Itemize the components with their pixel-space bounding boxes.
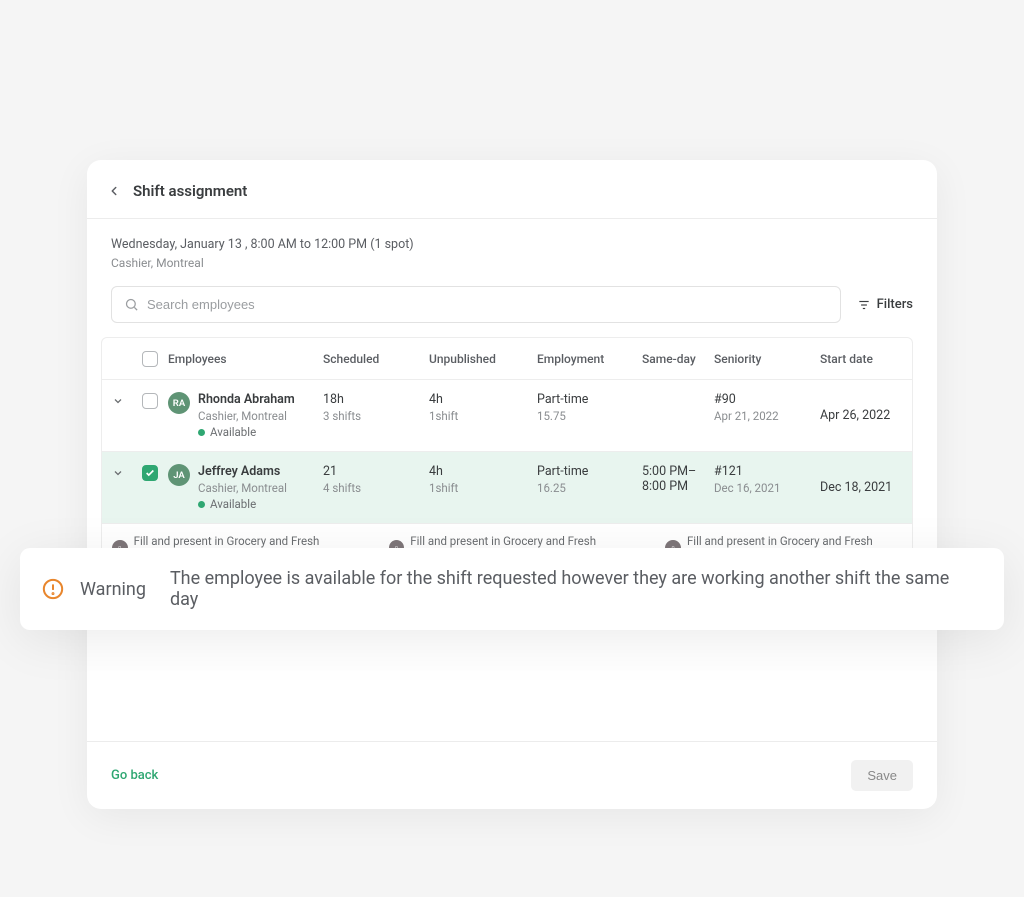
warning-label: Warning	[80, 579, 146, 600]
back-icon[interactable]	[107, 184, 121, 198]
startdate-value: Apr 26, 2022	[820, 408, 900, 423]
status-dot-icon	[198, 501, 205, 508]
shift-assignment-card: Shift assignment Wednesday, January 13 ,…	[87, 160, 937, 809]
employment-value: Part-time	[537, 464, 642, 479]
avatar: JA	[168, 464, 190, 486]
save-button[interactable]: Save	[851, 760, 913, 791]
avatar: RA	[168, 392, 190, 414]
seniority-value: #121	[714, 464, 820, 479]
employment-sub: 15.75	[537, 409, 642, 423]
unpublished-sub: 1shift	[429, 409, 537, 423]
scheduled-sub: 3 shifts	[323, 409, 429, 423]
col-employment: Employment	[537, 352, 642, 366]
scheduled-value: 21	[323, 464, 429, 479]
shift-meta: Wednesday, January 13 , 8:00 AM to 12:00…	[87, 219, 937, 274]
warning-banner: Warning The employee is available for th…	[20, 548, 1004, 630]
warning-text: The employee is available for the shift …	[170, 568, 982, 610]
search-input[interactable]	[147, 297, 828, 312]
col-unpublished: Unpublished	[429, 352, 537, 366]
go-back-link[interactable]: Go back	[111, 768, 158, 783]
col-seniority: Seniority	[714, 352, 820, 366]
employment-value: Part-time	[537, 392, 642, 407]
employee-name: Rhonda Abraham	[198, 392, 295, 407]
chevron-down-icon[interactable]	[112, 395, 124, 407]
col-employees: Employees	[168, 352, 323, 366]
startdate-value: Dec 18, 2021	[820, 480, 900, 495]
table-row[interactable]: JA Jeffrey Adams Cashier, Montreal Avail…	[101, 452, 913, 524]
shift-location: Cashier, Montreal	[111, 256, 913, 270]
employee-status: Available	[198, 425, 295, 439]
scheduled-value: 18h	[323, 392, 429, 407]
filters-label: Filters	[877, 297, 913, 312]
unpublished-sub: 1shift	[429, 481, 537, 495]
warning-icon	[42, 578, 64, 600]
col-scheduled: Scheduled	[323, 352, 429, 366]
search-icon	[124, 297, 139, 312]
col-startdate: Start date	[820, 352, 900, 366]
filter-icon	[857, 298, 871, 312]
employee-name: Jeffrey Adams	[198, 464, 287, 479]
employee-role: Cashier, Montreal	[198, 481, 287, 495]
select-all-checkbox[interactable]	[142, 351, 158, 367]
card-header: Shift assignment	[87, 160, 937, 219]
sameday-value: 5:00 PM–	[642, 464, 714, 479]
unpublished-value: 4h	[429, 392, 537, 407]
employment-sub: 16.25	[537, 481, 642, 495]
seniority-sub: Apr 21, 2022	[714, 409, 820, 423]
employee-status: Available	[198, 497, 287, 511]
table-row[interactable]: RA Rhonda Abraham Cashier, Montreal Avai…	[101, 380, 913, 452]
scheduled-sub: 4 shifts	[323, 481, 429, 495]
page-title: Shift assignment	[133, 182, 247, 200]
chevron-down-icon[interactable]	[112, 467, 124, 479]
table-header: Employees Scheduled Unpublished Employme…	[101, 337, 913, 380]
col-sameday: Same-day	[642, 352, 714, 366]
employee-role: Cashier, Montreal	[198, 409, 295, 423]
seniority-value: #90	[714, 392, 820, 407]
seniority-sub: Dec 16, 2021	[714, 481, 820, 495]
filters-button[interactable]: Filters	[857, 297, 913, 312]
shift-datetime: Wednesday, January 13 , 8:00 AM to 12:00…	[111, 237, 913, 252]
unpublished-value: 4h	[429, 464, 537, 479]
row-checkbox[interactable]	[142, 393, 158, 409]
status-dot-icon	[198, 429, 205, 436]
search-input-wrap[interactable]	[111, 286, 841, 323]
sameday-sub: 8:00 PM	[642, 479, 714, 494]
card-footer: Go back Save	[87, 741, 937, 809]
row-checkbox[interactable]	[142, 465, 158, 481]
